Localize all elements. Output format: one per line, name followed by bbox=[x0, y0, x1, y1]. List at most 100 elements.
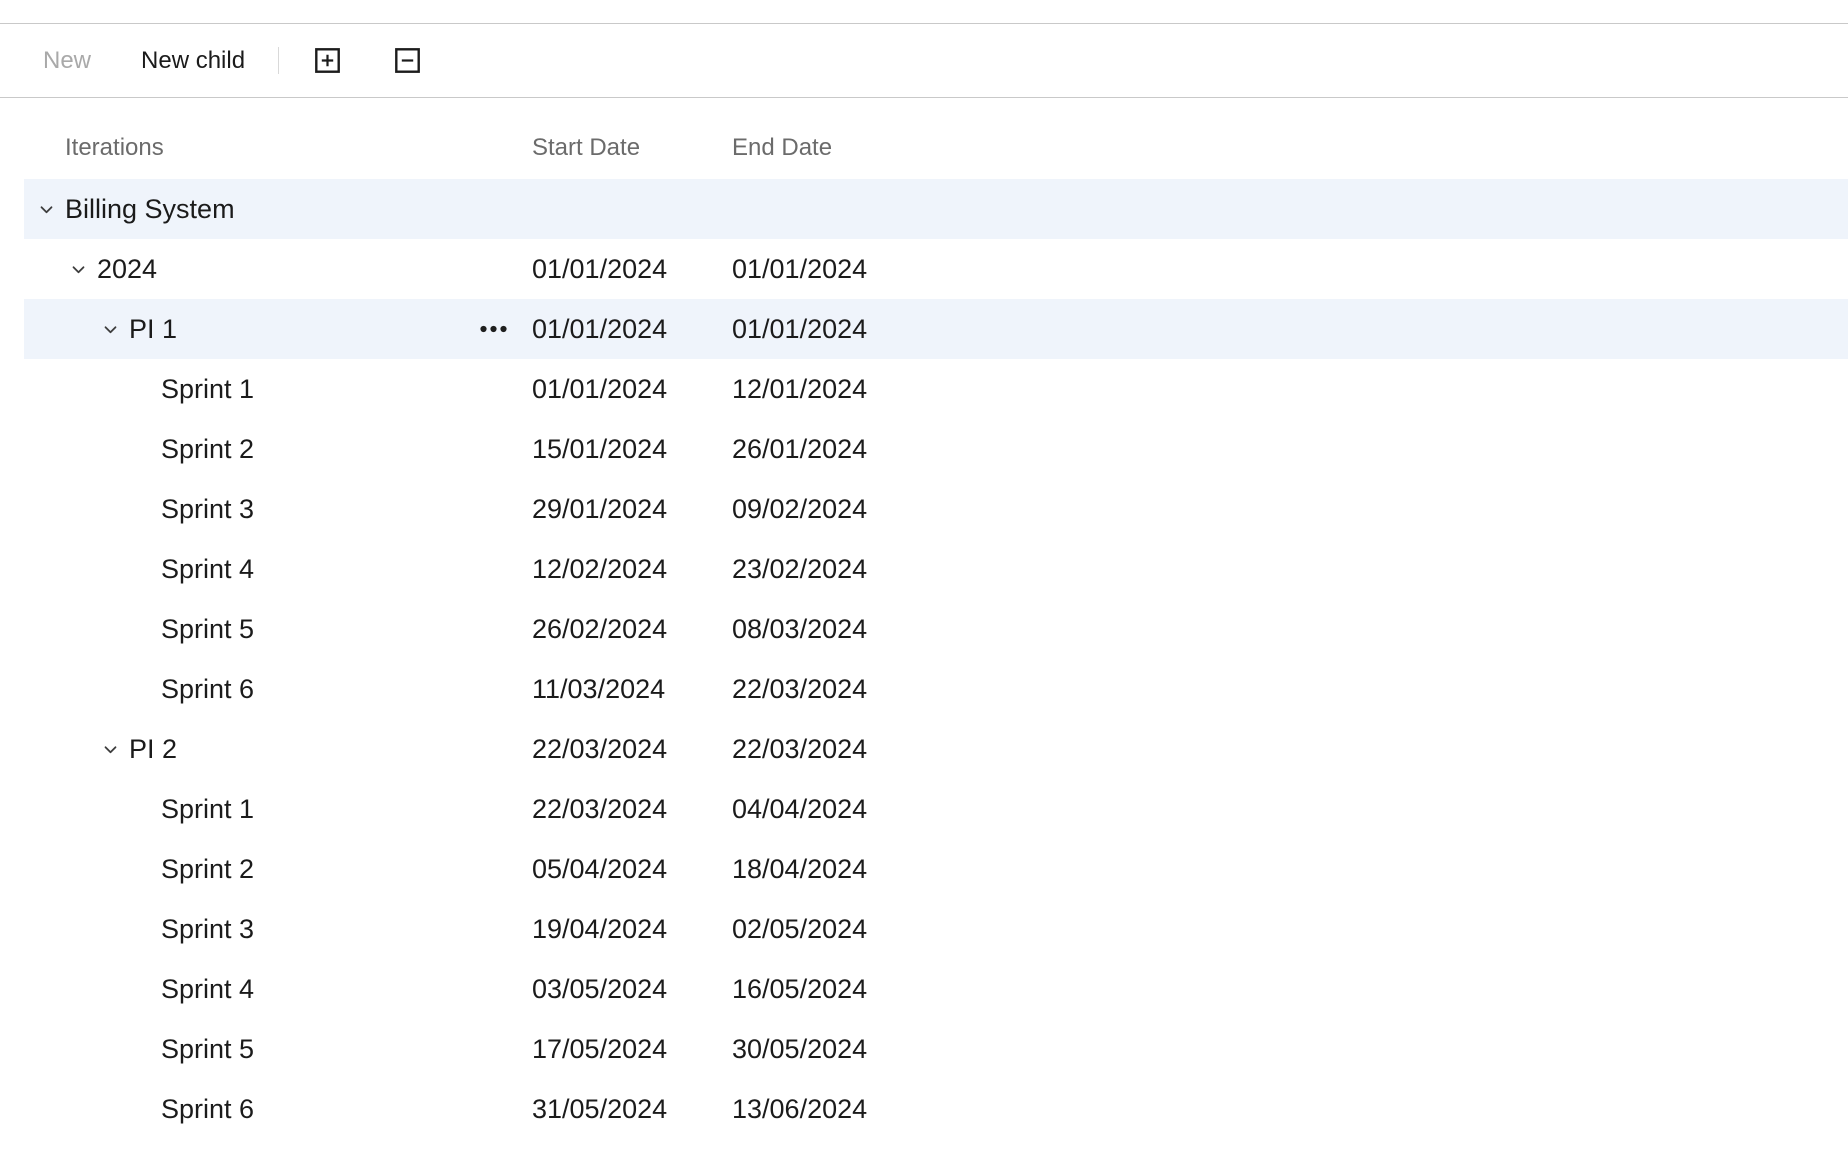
toolbar: New New child bbox=[0, 23, 1848, 98]
row-label: PI 2 bbox=[129, 734, 177, 765]
tree-row[interactable]: Sprint 1 01/01/2024 12/01/2024 bbox=[24, 359, 1848, 419]
row-label: Sprint 1 bbox=[161, 794, 254, 825]
row-name-cell: Sprint 1 bbox=[24, 779, 532, 839]
end-date-cell: 08/03/2024 bbox=[732, 614, 1848, 645]
chevron-down-icon[interactable] bbox=[102, 321, 129, 338]
row-name-cell: 2024 bbox=[24, 239, 532, 299]
chevron-down-icon[interactable] bbox=[70, 261, 97, 278]
chevron-down-icon[interactable] bbox=[134, 921, 161, 938]
start-date-cell: 17/05/2024 bbox=[532, 1034, 732, 1065]
row-label: Sprint 5 bbox=[161, 1034, 254, 1065]
row-name-cell: Sprint 4 bbox=[24, 959, 532, 1019]
chevron-down-icon[interactable] bbox=[134, 561, 161, 578]
end-date-cell: 01/01/2024 bbox=[732, 314, 1848, 345]
chevron-down-icon[interactable] bbox=[134, 621, 161, 638]
row-name-cell: Sprint 2 bbox=[24, 839, 532, 899]
tree-indent bbox=[38, 749, 102, 750]
end-date-cell: 13/06/2024 bbox=[732, 1094, 1848, 1125]
row-menu-button[interactable] bbox=[475, 321, 512, 338]
start-date-cell: 31/05/2024 bbox=[532, 1094, 732, 1125]
tree-row[interactable]: Sprint 5 26/02/2024 08/03/2024 bbox=[24, 599, 1848, 659]
tree-row[interactable]: Sprint 2 15/01/2024 26/01/2024 bbox=[24, 419, 1848, 479]
start-date-cell: 22/03/2024 bbox=[532, 794, 732, 825]
tree-row[interactable]: Sprint 6 11/03/2024 22/03/2024 bbox=[24, 659, 1848, 719]
end-date-cell: 16/05/2024 bbox=[732, 974, 1848, 1005]
new-child-button[interactable]: New child bbox=[141, 49, 245, 73]
chevron-down-icon[interactable] bbox=[134, 501, 161, 518]
row-label: Sprint 2 bbox=[161, 434, 254, 465]
plus-square-icon bbox=[315, 48, 340, 73]
iterations-tree-table: Iterations Start Date End Date Billing S… bbox=[0, 98, 1848, 1139]
end-date-cell: 01/01/2024 bbox=[732, 254, 1848, 285]
chevron-down-icon[interactable] bbox=[134, 681, 161, 698]
row-name-cell: Sprint 5 bbox=[24, 599, 532, 659]
chevron-down-icon[interactable] bbox=[134, 381, 161, 398]
new-button[interactable]: New bbox=[43, 49, 91, 73]
chevron-down-icon[interactable] bbox=[134, 801, 161, 818]
start-date-cell: 01/01/2024 bbox=[532, 374, 732, 405]
tree-indent bbox=[38, 569, 134, 570]
chevron-down-icon[interactable] bbox=[134, 1041, 161, 1058]
tree-indent bbox=[38, 1109, 134, 1110]
chevron-down-icon[interactable] bbox=[134, 1101, 161, 1118]
tree-row[interactable]: Billing System bbox=[24, 179, 1848, 239]
row-label: Sprint 6 bbox=[161, 674, 254, 705]
start-date-cell: 03/05/2024 bbox=[532, 974, 732, 1005]
row-label: Sprint 3 bbox=[161, 494, 254, 525]
chevron-down-icon[interactable] bbox=[102, 741, 129, 758]
end-date-cell: 22/03/2024 bbox=[732, 734, 1848, 765]
row-name-cell: Sprint 5 bbox=[24, 1019, 532, 1079]
tree-indent bbox=[38, 989, 134, 990]
tree-indent bbox=[38, 389, 134, 390]
tree-indent bbox=[38, 869, 134, 870]
end-date-cell: 30/05/2024 bbox=[732, 1034, 1848, 1065]
chevron-down-icon[interactable] bbox=[134, 861, 161, 878]
start-date-cell: 01/01/2024 bbox=[532, 254, 732, 285]
row-name-cell: Billing System bbox=[24, 179, 532, 239]
end-date-cell: 26/01/2024 bbox=[732, 434, 1848, 465]
row-label: Sprint 1 bbox=[161, 374, 254, 405]
tree-row[interactable]: Sprint 3 29/01/2024 09/02/2024 bbox=[24, 479, 1848, 539]
row-label: Sprint 6 bbox=[161, 1094, 254, 1125]
row-name-cell: Sprint 6 bbox=[24, 1079, 532, 1139]
row-name-cell: PI 1 bbox=[24, 299, 532, 359]
expand-all-button[interactable] bbox=[315, 48, 340, 73]
end-date-cell: 04/04/2024 bbox=[732, 794, 1848, 825]
tree-row[interactable]: 2024 01/01/2024 01/01/2024 bbox=[24, 239, 1848, 299]
row-label: PI 1 bbox=[129, 314, 177, 345]
tree-row[interactable]: Sprint 4 12/02/2024 23/02/2024 bbox=[24, 539, 1848, 599]
tree-indent bbox=[38, 509, 134, 510]
chevron-down-icon[interactable] bbox=[38, 201, 65, 218]
row-label: Sprint 2 bbox=[161, 854, 254, 885]
tree-row[interactable]: Sprint 6 31/05/2024 13/06/2024 bbox=[24, 1079, 1848, 1139]
tree-row[interactable]: Sprint 4 03/05/2024 16/05/2024 bbox=[24, 959, 1848, 1019]
start-date-cell: 29/01/2024 bbox=[532, 494, 732, 525]
tree-row[interactable]: Sprint 5 17/05/2024 30/05/2024 bbox=[24, 1019, 1848, 1079]
tree-indent bbox=[38, 809, 134, 810]
row-label: Billing System bbox=[65, 194, 235, 225]
start-date-cell: 12/02/2024 bbox=[532, 554, 732, 585]
start-date-cell: 05/04/2024 bbox=[532, 854, 732, 885]
chevron-down-icon[interactable] bbox=[134, 981, 161, 998]
start-date-cell: 22/03/2024 bbox=[532, 734, 732, 765]
tree-row[interactable]: Sprint 1 22/03/2024 04/04/2024 bbox=[24, 779, 1848, 839]
row-name-cell: Sprint 6 bbox=[24, 659, 532, 719]
collapse-all-button[interactable] bbox=[395, 48, 420, 73]
tree-row[interactable]: Sprint 2 05/04/2024 18/04/2024 bbox=[24, 839, 1848, 899]
column-header-start-date: Start Date bbox=[532, 134, 732, 162]
end-date-cell: 18/04/2024 bbox=[732, 854, 1848, 885]
tree-indent bbox=[38, 1049, 134, 1050]
row-label: Sprint 4 bbox=[161, 974, 254, 1005]
chevron-down-icon[interactable] bbox=[134, 441, 161, 458]
tree-row[interactable]: PI 1 01/01/2024 01/01/2024 bbox=[24, 299, 1848, 359]
ellipsis-icon bbox=[479, 325, 508, 334]
tree-row[interactable]: PI 2 22/03/2024 22/03/2024 bbox=[24, 719, 1848, 779]
row-name-cell: Sprint 3 bbox=[24, 899, 532, 959]
tree-indent bbox=[38, 689, 134, 690]
table-header-row: Iterations Start Date End Date bbox=[24, 98, 1848, 179]
tree-row[interactable]: Sprint 3 19/04/2024 02/05/2024 bbox=[24, 899, 1848, 959]
end-date-cell: 02/05/2024 bbox=[732, 914, 1848, 945]
row-label: Sprint 5 bbox=[161, 614, 254, 645]
row-name-cell: Sprint 3 bbox=[24, 479, 532, 539]
iterations-rows: Billing System 2024 01/01/2024 bbox=[0, 179, 1848, 1139]
